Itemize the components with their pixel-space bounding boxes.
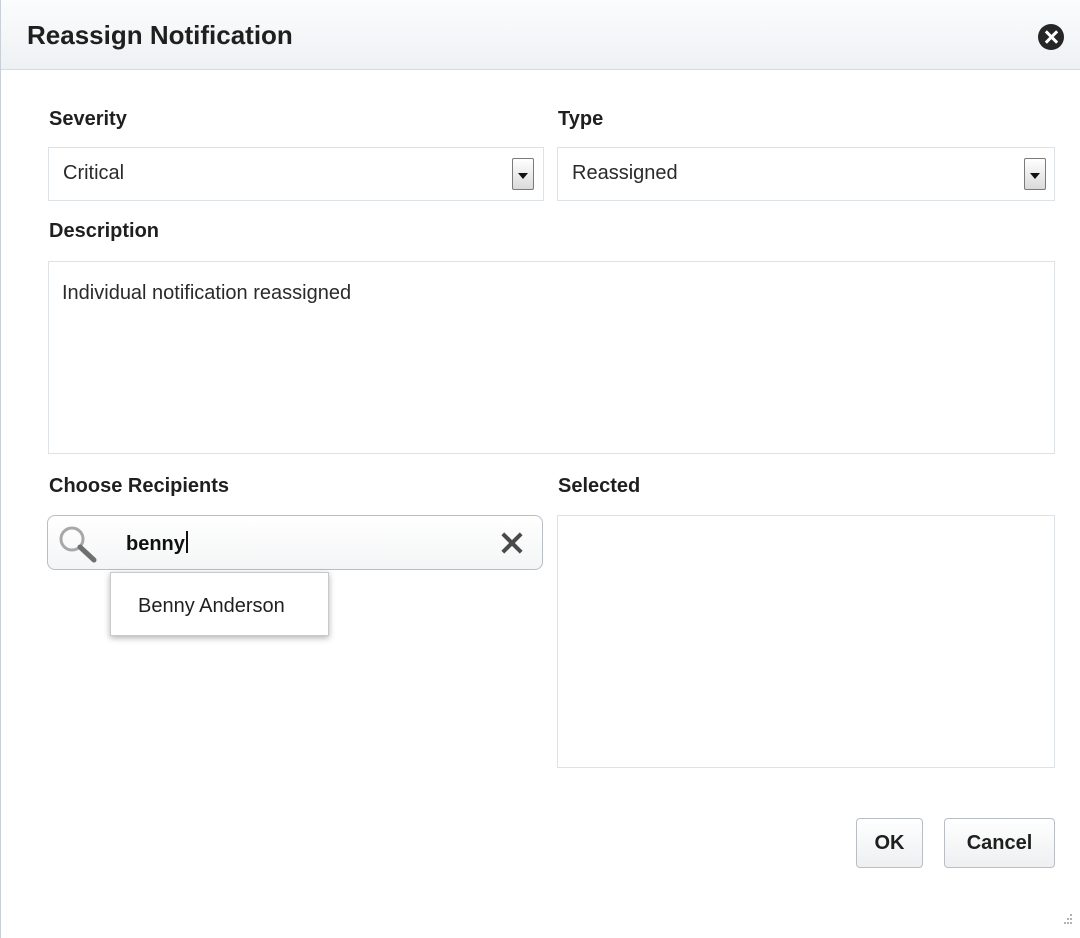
dialog-title: Reassign Notification (27, 20, 293, 50)
type-value: Reassigned (572, 162, 678, 184)
description-label: Description (49, 220, 160, 242)
cancel-button[interactable]: Cancel (944, 818, 1055, 868)
recipient-search-box[interactable]: benny (47, 515, 543, 570)
suggestion-item[interactable]: Benny Anderson (111, 573, 328, 635)
severity-label: Severity (49, 108, 127, 130)
resize-grip-icon[interactable] (1059, 912, 1073, 926)
choose-recipients-label: Choose Recipients (49, 475, 230, 497)
search-icon (59, 526, 97, 563)
description-text: Individual notification reassigned (62, 282, 352, 304)
ok-button[interactable]: OK (856, 818, 923, 868)
suggestion-label: Benny Anderson (138, 595, 285, 617)
chevron-down-icon[interactable] (512, 158, 534, 190)
selected-recipients-list[interactable] (557, 515, 1055, 768)
close-icon[interactable] (1038, 24, 1064, 50)
reassign-notification-dialog: Reassign Notification Severity Critical … (0, 0, 1080, 938)
severity-value: Critical (63, 162, 125, 184)
type-label: Type (558, 108, 604, 130)
clear-icon[interactable] (500, 531, 524, 555)
text-caret (185, 531, 188, 553)
recipient-search-text: benny (126, 533, 185, 555)
type-select[interactable]: Reassigned (557, 147, 1055, 201)
chevron-down-icon[interactable] (1024, 158, 1046, 190)
recipient-suggestions: Benny Anderson (110, 572, 329, 636)
severity-select[interactable]: Critical (48, 147, 544, 201)
recipient-search-input[interactable]: benny (126, 531, 188, 556)
selected-label: Selected (558, 475, 641, 497)
description-textarea[interactable]: Individual notification reassigned (48, 261, 1055, 454)
dialog-titlebar: Reassign Notification (1, 0, 1080, 70)
